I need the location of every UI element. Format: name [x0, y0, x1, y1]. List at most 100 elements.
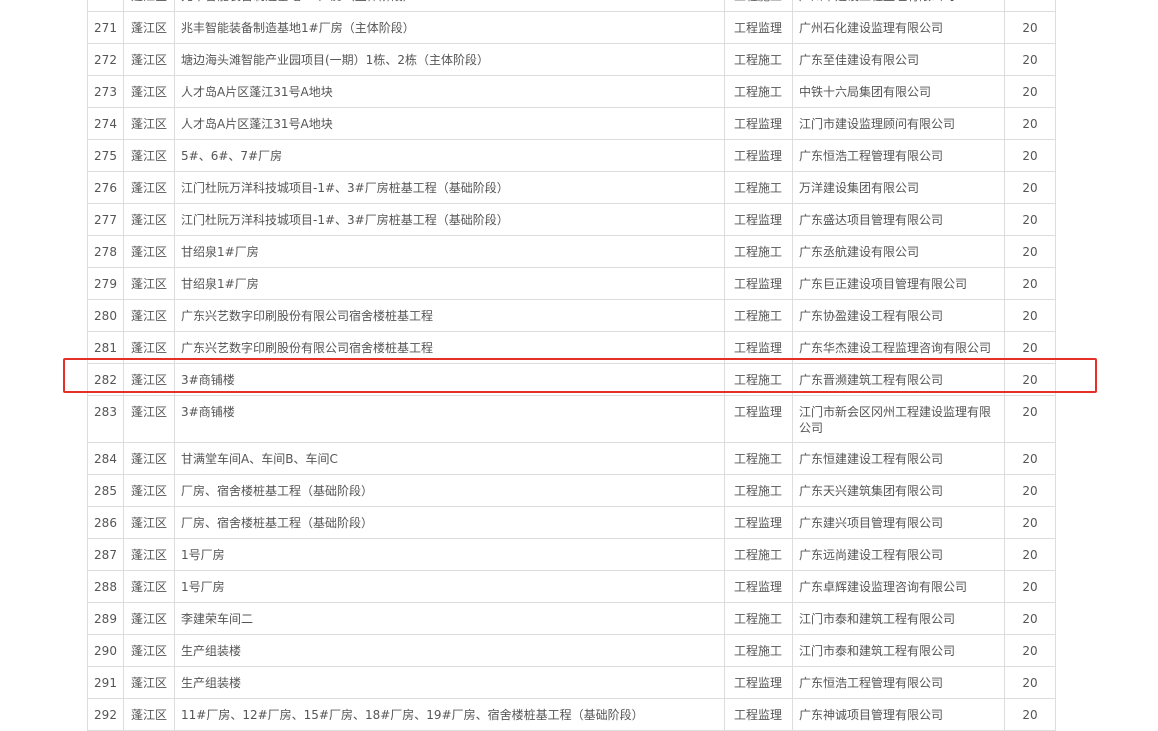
cell-project-name: 1号厂房 — [175, 571, 725, 602]
cell-company: 广东恒浩工程管理有限公司 — [793, 667, 1005, 698]
cell-number: 279 — [88, 268, 124, 299]
cell-district: 蓬江区 — [124, 571, 175, 602]
cell-number: 292 — [88, 699, 124, 730]
table-row: 281 蓬江区 广东兴艺数字印刷股份有限公司宿舍楼桩基工程 工程监理 广东华杰建设工程监… — [88, 332, 1055, 364]
cell-work-type: 工程施工 — [725, 0, 793, 11]
cell-company: 江门市泰和建筑工程有限公司 — [793, 603, 1005, 634]
cell-project-name: 李建荣车间二 — [175, 603, 725, 634]
cell-district: 蓬江区 — [124, 443, 175, 474]
cell-number: 280 — [88, 300, 124, 331]
cell-score: 20 — [1022, 708, 1038, 722]
cell-work-type: 工程施工 — [725, 76, 793, 107]
cell-score: 20 — [1005, 0, 1055, 11]
cell-company: 广东建兴项目管理有限公司 — [793, 507, 1005, 538]
table-row: 287 蓬江区 1号厂房 工程施工 广东远尚建设工程有限公司 20 — [88, 539, 1055, 571]
cell-score: 20 — [1022, 53, 1038, 67]
cell-project-name: 塘边海头滩智能产业园项目(一期）1栋、2栋（主体阶段） — [175, 44, 725, 75]
cell-score: 20 — [1022, 245, 1038, 259]
cell-work-type: 工程施工 — [725, 236, 793, 267]
table-row: 289 蓬江区 李建荣车间二 工程施工 江门市泰和建筑工程有限公司 20 — [88, 603, 1055, 635]
cell-project-name: 广东兴艺数字印刷股份有限公司宿舍楼桩基工程 — [175, 332, 725, 363]
cell-work-type: 工程监理 — [725, 268, 793, 299]
cell-score: 20 — [1022, 277, 1038, 291]
cell-district: 蓬江区 — [124, 108, 175, 139]
cell-number: 277 — [88, 204, 124, 235]
cell-company: 中铁十六局集团有限公司 — [793, 76, 1005, 107]
cell-district: 蓬江区 — [124, 475, 175, 506]
cell-project-name: 生产组装楼 — [175, 635, 725, 666]
cell-number: 285 — [88, 475, 124, 506]
table-row: 282 蓬江区 3#商铺楼 工程施工 广东晋濒建筑工程有限公司 20 — [88, 364, 1055, 396]
cell-district: 蓬江区 — [124, 332, 175, 363]
cell-company: 广东协盈建设工程有限公司 — [793, 300, 1005, 331]
cell-work-type: 工程监理 — [725, 507, 793, 538]
table-row: 275 蓬江区 5#、6#、7#厂房 工程监理 广东恒浩工程管理有限公司 20 — [88, 140, 1055, 172]
cell-project-name: 人才岛A片区蓬江31号A地块 — [175, 108, 725, 139]
cell-project-name: 甘绍泉1#厂房 — [175, 236, 725, 267]
cell-company: 广州市建设工程监理有限公司 — [793, 0, 1005, 11]
cell-company: 江门市泰和建筑工程有限公司 — [793, 635, 1005, 666]
cell-project-name: 3#商铺楼 — [175, 364, 725, 395]
cell-project-name: 广东兴艺数字印刷股份有限公司宿舍楼桩基工程 — [175, 300, 725, 331]
cell-district: 蓬江区 — [124, 507, 175, 538]
cell-district: 蓬江区 — [124, 12, 175, 43]
table-row: 279 蓬江区 甘绍泉1#厂房 工程监理 广东巨正建设项目管理有限公司 20 — [88, 268, 1055, 300]
cell-work-type: 工程监理 — [725, 699, 793, 730]
table-row: 270蓬江区兆丰智能装备制造基地1#厂房（主体阶段）工程施工广州市建设工程监理有… — [88, 0, 1055, 12]
cell-score: 20 — [1022, 85, 1038, 99]
cell-number: 281 — [88, 332, 124, 363]
cell-score: 20 — [1022, 644, 1038, 658]
table-row: 273 蓬江区 人才岛A片区蓬江31号A地块 工程施工 中铁十六局集团有限公司 20 — [88, 76, 1055, 108]
cell-work-type: 工程施工 — [725, 364, 793, 395]
cell-project-name: 5#、6#、7#厂房 — [175, 140, 725, 171]
cell-score: 20 — [1022, 405, 1038, 419]
cell-project-name: 生产组装楼 — [175, 667, 725, 698]
cell-company: 广东远尚建设工程有限公司 — [793, 539, 1005, 570]
cell-company: 万洋建设集团有限公司 — [793, 172, 1005, 203]
cell-score: 20 — [1022, 213, 1038, 227]
cell-district: 蓬江区 — [124, 603, 175, 634]
cell-district: 蓬江区 — [124, 0, 175, 11]
cell-company: 广东丞航建设有限公司 — [793, 236, 1005, 267]
cell-score: 20 — [1022, 341, 1038, 355]
cell-work-type: 工程监理 — [725, 140, 793, 171]
cell-district: 蓬江区 — [124, 44, 175, 75]
cell-district: 蓬江区 — [124, 635, 175, 666]
cell-score: 20 — [1022, 452, 1038, 466]
cell-number: 289 — [88, 603, 124, 634]
cell-company: 广东至佳建设有限公司 — [793, 44, 1005, 75]
cell-work-type: 工程施工 — [725, 603, 793, 634]
cell-district: 蓬江区 — [124, 76, 175, 107]
cell-district: 蓬江区 — [124, 300, 175, 331]
table-row: 278 蓬江区 甘绍泉1#厂房 工程施工 广东丞航建设有限公司 20 — [88, 236, 1055, 268]
cell-work-type: 工程施工 — [725, 300, 793, 331]
cell-score: 20 — [1022, 149, 1038, 163]
cell-company: 广东恒建建设工程有限公司 — [793, 443, 1005, 474]
cell-work-type: 工程施工 — [725, 475, 793, 506]
table-row: 284 蓬江区 甘满堂车间A、车间B、车间C 工程施工 广东恒建建设工程有限公司 20 — [88, 443, 1055, 475]
cell-score: 20 — [1022, 484, 1038, 498]
cell-work-type: 工程监理 — [725, 108, 793, 139]
table-row: 271 蓬江区 兆丰智能装备制造基地1#厂房（主体阶段） 工程监理 广州石化建设监理有限… — [88, 12, 1055, 44]
cell-district: 蓬江区 — [124, 667, 175, 698]
cell-district: 蓬江区 — [124, 364, 175, 395]
cell-district: 蓬江区 — [124, 204, 175, 235]
cell-score: 20 — [1022, 181, 1038, 195]
cell-company: 广东华杰建设工程监理咨询有限公司 — [793, 332, 1005, 363]
cell-score: 20 — [1022, 373, 1038, 387]
table-row: 283 蓬江区 3#商铺楼 工程监理 江门市新会区冈州工程建设监理有限公司 20 — [88, 396, 1055, 443]
results-table: 270蓬江区兆丰智能装备制造基地1#厂房（主体阶段）工程施工广州市建设工程监理有… — [87, 0, 1056, 731]
cell-work-type: 工程施工 — [725, 44, 793, 75]
cell-work-type: 工程监理 — [725, 667, 793, 698]
cell-district: 蓬江区 — [124, 396, 175, 442]
cell-work-type: 工程监理 — [725, 204, 793, 235]
cell-company: 广东盛达项目管理有限公司 — [793, 204, 1005, 235]
cell-company: 广东晋濒建筑工程有限公司 — [793, 364, 1005, 395]
cell-score: 20 — [1022, 580, 1038, 594]
cell-company: 江门市建设监理顾问有限公司 — [793, 108, 1005, 139]
cell-number: 288 — [88, 571, 124, 602]
table-row: 290 蓬江区 生产组装楼 工程施工 江门市泰和建筑工程有限公司 20 — [88, 635, 1055, 667]
cell-company: 广东恒浩工程管理有限公司 — [793, 140, 1005, 171]
cell-score: 20 — [1022, 309, 1038, 323]
cell-number: 276 — [88, 172, 124, 203]
